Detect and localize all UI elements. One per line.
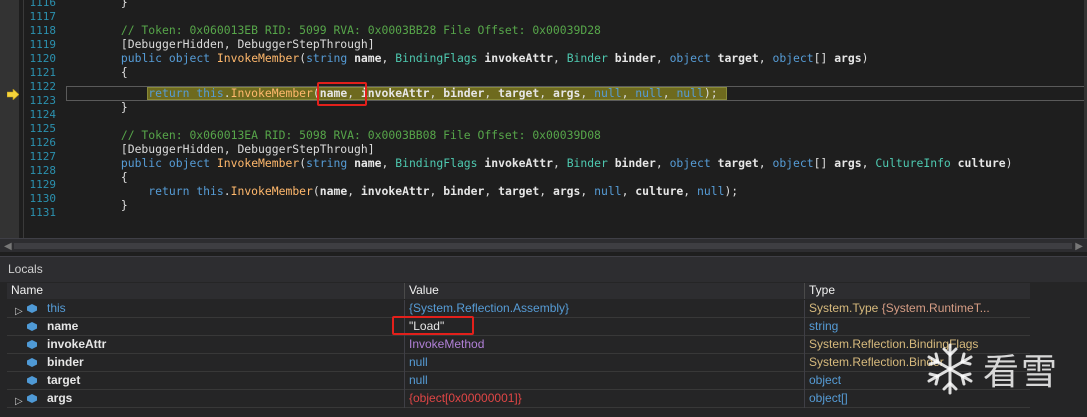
field-object-icon xyxy=(27,304,37,313)
code-line[interactable]: // Token: 0x060013EA RID: 5098 RVA: 0x00… xyxy=(66,128,601,143)
current-statement-arrow-icon xyxy=(7,89,19,100)
field-object-icon xyxy=(27,340,37,349)
locals-row-target[interactable]: target null object xyxy=(7,372,1030,390)
variable-name: binder xyxy=(47,355,84,369)
code-line[interactable]: } xyxy=(66,0,128,10)
variable-name: args xyxy=(47,391,73,405)
field-object-icon xyxy=(27,322,37,331)
expand-arrow-icon[interactable]: ▷ xyxy=(15,393,23,408)
locals-row-invokeattr[interactable]: invokeAttr InvokeMethod System.Reflectio… xyxy=(7,336,1030,354)
line-number: 1123 xyxy=(29,94,57,107)
variable-type: System.Type xyxy=(809,301,879,315)
annotation-box-name-argument xyxy=(317,82,367,106)
variable-type: string xyxy=(809,319,839,333)
annotation-box-load-value xyxy=(392,316,474,335)
line-number: 1121 xyxy=(29,66,57,79)
code-line[interactable]: [DebuggerHidden, DebuggerStepThrough] xyxy=(66,37,375,52)
variable-value[interactable]: {object[0x00000001]} xyxy=(405,390,805,408)
snowflake-logo-icon xyxy=(927,343,973,395)
expand-arrow-icon[interactable]: ▷ xyxy=(15,303,23,318)
line-number: 1129 xyxy=(29,178,57,191)
variable-type: object[] xyxy=(809,391,848,405)
line-number: 1122 xyxy=(29,80,57,93)
scroll-right-icon[interactable]: ▶ xyxy=(1075,241,1083,252)
line-number: 1118 xyxy=(29,24,57,37)
locals-column-header: Name Value Type xyxy=(7,283,1030,299)
line-number: 1125 xyxy=(29,122,57,135)
code-line[interactable]: public object InvokeMember(string name, … xyxy=(66,51,869,66)
code-line[interactable]: return this.InvokeMember(name, invokeAtt… xyxy=(66,184,738,199)
variable-type: object xyxy=(809,373,842,387)
scroll-left-icon[interactable]: ◀ xyxy=(4,241,12,252)
variable-name: this xyxy=(47,301,66,315)
line-number: 1117 xyxy=(29,10,57,23)
editor-horizontal-scrollbar[interactable]: ◀ ▶ xyxy=(0,238,1087,252)
line-number: 1131 xyxy=(29,206,57,219)
line-number: 1127 xyxy=(29,150,57,163)
code-line[interactable]: public object InvokeMember(string name, … xyxy=(66,156,1013,171)
code-line[interactable]: [DebuggerHidden, DebuggerStepThrough] xyxy=(66,142,375,157)
locals-row-name[interactable]: name "Load" string xyxy=(7,318,1030,336)
locals-row-binder[interactable]: binder null System.Reflection.Binder xyxy=(7,354,1030,372)
watermark-text: 看雪 xyxy=(983,352,1060,393)
line-number: 1120 xyxy=(29,52,57,65)
code-line[interactable]: { xyxy=(66,65,128,80)
code-line[interactable]: } xyxy=(66,198,128,213)
field-object-icon xyxy=(27,394,37,403)
line-number: 1119 xyxy=(29,38,57,51)
variable-value[interactable]: null xyxy=(405,372,805,390)
column-header-type[interactable]: Type xyxy=(805,283,1030,299)
variable-value[interactable]: InvokeMethod xyxy=(405,336,805,354)
code-line-current[interactable]: return this.InvokeMember(name, invokeAtt… xyxy=(66,86,717,101)
line-number: 1128 xyxy=(29,164,57,177)
code-line[interactable]: { xyxy=(66,170,128,185)
line-number: 1126 xyxy=(29,136,57,149)
line-number: 1130 xyxy=(29,192,57,205)
variable-name: target xyxy=(47,373,81,387)
code-line[interactable]: // Token: 0x060013EB RID: 5099 RVA: 0x00… xyxy=(66,23,601,38)
field-object-icon xyxy=(27,376,37,385)
line-number: 1124 xyxy=(29,108,57,121)
field-object-icon xyxy=(27,358,37,367)
variable-value[interactable]: null xyxy=(405,354,805,372)
code-editor[interactable]: 1116 1117 1118 1119 1120 1121 1122 1123 … xyxy=(0,0,1087,238)
variable-name: invokeAttr xyxy=(47,337,107,351)
locals-panel-title-bar[interactable]: Locals xyxy=(0,256,1087,282)
scrollbar-thumb[interactable] xyxy=(14,243,1072,249)
locals-row-args[interactable]: ▷ args {object[0x00000001]} object[] xyxy=(7,390,1030,408)
watermark: 看雪 xyxy=(921,341,1081,397)
column-header-value[interactable]: Value xyxy=(405,283,805,299)
line-number: 1116 xyxy=(29,0,57,9)
breakpoint-margin[interactable] xyxy=(0,0,19,238)
panel-title: Locals xyxy=(8,262,43,276)
locals-row-this[interactable]: ▷ this {System.Reflection.Assembly} Syst… xyxy=(7,300,1030,318)
variable-runtime-type: {System.RuntimeT... xyxy=(878,301,990,315)
code-line[interactable]: } xyxy=(66,100,128,115)
variable-name: name xyxy=(47,319,79,333)
column-header-name[interactable]: Name xyxy=(7,283,405,299)
